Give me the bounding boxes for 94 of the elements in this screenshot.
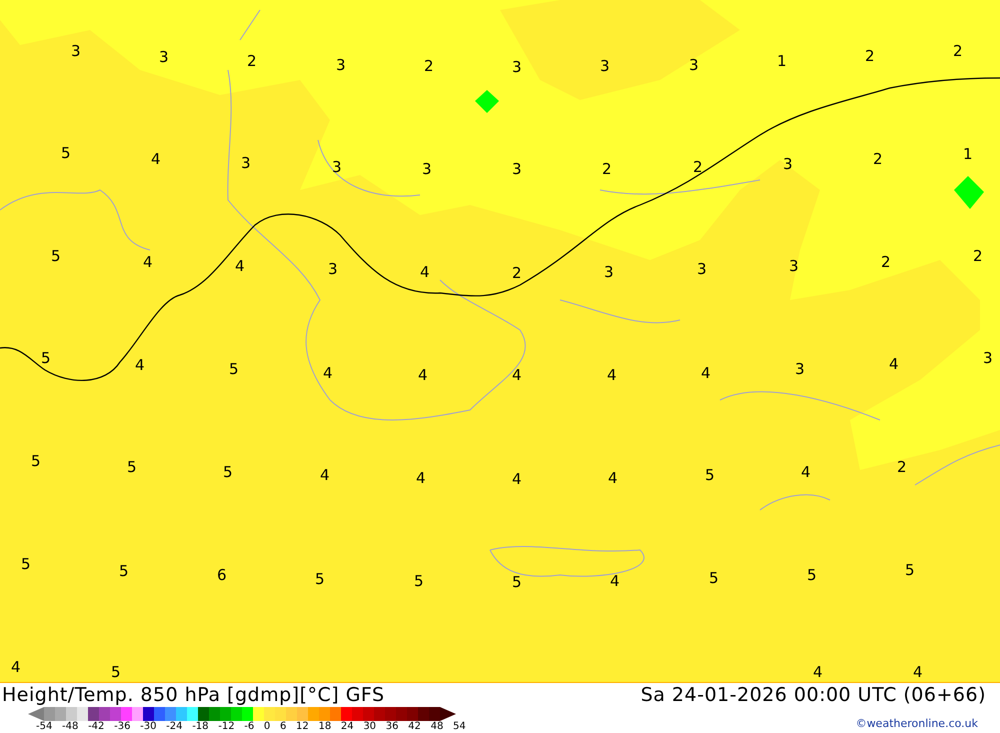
value-label: 2 (973, 248, 983, 264)
scale-label: -30 (140, 721, 156, 733)
value-label: 2 (865, 48, 875, 64)
value-label: 2 (693, 159, 703, 175)
scale-label: 18 (318, 721, 332, 733)
value-label: 4 (420, 264, 430, 280)
value-label: 3 (71, 43, 81, 59)
value-label: 3 (241, 155, 251, 171)
value-label: 4 (143, 254, 153, 270)
value-label: 3 (983, 350, 993, 366)
value-label: 4 (135, 357, 145, 373)
value-label: 2 (512, 265, 522, 281)
value-label: 3 (600, 58, 610, 74)
scale-label: 36 (386, 721, 398, 733)
value-label: 3 (697, 261, 707, 277)
scale-label: 6 (280, 721, 286, 733)
value-label: 4 (608, 470, 618, 486)
value-label: 5 (807, 567, 817, 583)
scale-label: -36 (114, 721, 130, 733)
value-label: 5 (119, 563, 129, 579)
value-label: 2 (602, 161, 612, 177)
value-label: 4 (320, 467, 330, 483)
value-label: 2 (953, 43, 963, 59)
scale-label: 54 (453, 721, 466, 733)
value-label: 4 (235, 258, 245, 274)
value-label: 4 (610, 573, 620, 589)
value-label: 4 (512, 471, 522, 487)
value-label: 3 (336, 57, 346, 73)
diamond-icon (475, 90, 499, 113)
value-label: 1 (777, 53, 787, 69)
value-label: 4 (416, 470, 426, 486)
scale-label: -42 (88, 721, 104, 733)
value-label: 5 (705, 467, 715, 483)
value-label: 5 (31, 453, 41, 469)
scale-label: -54 (36, 721, 52, 733)
value-label: 5 (41, 350, 51, 366)
scale-label: -6 (244, 721, 254, 733)
scale-label: -24 (166, 721, 182, 733)
value-label: 5 (414, 573, 424, 589)
value-label: 2 (873, 151, 883, 167)
value-label: 3 (422, 161, 432, 177)
value-label: 4 (801, 464, 811, 480)
scale-label: 42 (408, 721, 421, 733)
value-label: 1 (963, 146, 973, 162)
value-label: 5 (21, 556, 31, 572)
value-label: 4 (512, 367, 522, 383)
value-label: 5 (223, 464, 233, 480)
value-label: 3 (604, 264, 614, 280)
scale-label: -48 (62, 721, 78, 733)
value-label: 4 (607, 367, 617, 383)
value-label: 4 (913, 664, 923, 680)
value-label: 4 (701, 365, 711, 381)
value-label: 3 (512, 59, 522, 75)
value-label: 5 (127, 459, 137, 475)
date-label: Sa 24-01-2026 00:00 UTC (06+66) (640, 684, 986, 706)
value-label: 4 (889, 356, 899, 372)
value-label: 3 (332, 159, 342, 175)
value-label: 5 (512, 574, 522, 590)
scale-label: 24 (340, 721, 354, 733)
chart-title: Height/Temp. 850 hPa [gdmp][°C] GFS (2, 684, 385, 706)
scale-label: 12 (296, 721, 309, 733)
value-label: 6 (217, 567, 227, 583)
value-label: 4 (151, 151, 161, 167)
value-label: 5 (51, 248, 61, 264)
value-label: 4 (323, 365, 333, 381)
value-label: 3 (795, 361, 805, 377)
value-label: 3 (789, 258, 799, 274)
scale-label: 48 (430, 721, 444, 733)
value-label: 4 (11, 659, 21, 675)
value-label: 4 (418, 367, 428, 383)
scale-label: 30 (363, 721, 376, 733)
right-arrow-icon (440, 707, 456, 721)
scale-label: 0 (264, 721, 270, 733)
value-label: 5 (905, 562, 915, 578)
diamond-icon (954, 176, 984, 209)
value-label: 3 (159, 49, 169, 65)
scale-label: -12 (218, 721, 235, 733)
value-label: 5 (709, 570, 719, 586)
value-label: 5 (61, 145, 71, 161)
credit-link[interactable]: ©weatheronline.co.uk (856, 717, 978, 730)
value-label: 2 (897, 459, 907, 475)
value-label: 2 (247, 53, 257, 69)
value-label: 5 (315, 571, 325, 587)
value-label: 3 (512, 161, 522, 177)
value-label: 3 (328, 261, 338, 277)
scale-label: -18 (192, 721, 209, 733)
value-label: 2 (881, 254, 891, 270)
value-label: 5 (111, 664, 121, 680)
value-label: 3 (689, 57, 699, 73)
left-arrow-icon (28, 707, 44, 721)
value-label: 4 (813, 664, 823, 680)
value-label: 3 (783, 156, 793, 172)
value-label: 5 (229, 361, 239, 377)
value-label: 2 (424, 58, 434, 74)
